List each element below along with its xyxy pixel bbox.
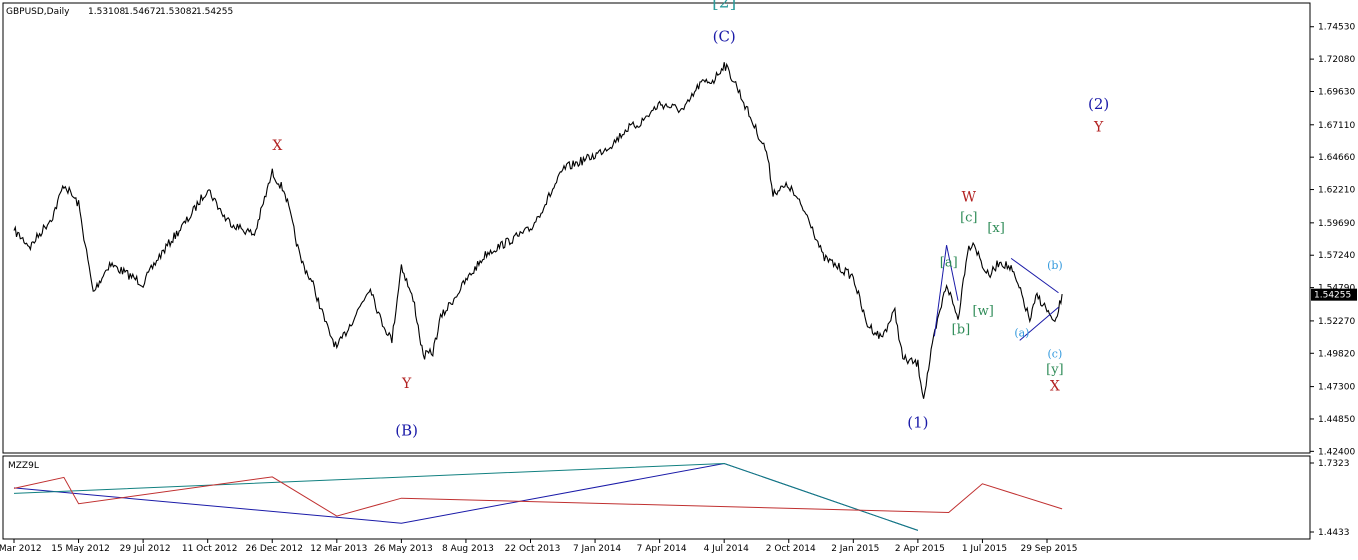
y-tick-label: 1.42400 <box>1318 447 1355 457</box>
wave-label: (C) <box>713 28 736 46</box>
x-tick-label: 29 Sep 2015 <box>1020 544 1077 554</box>
wave-label: (b) <box>1047 259 1063 272</box>
x-tick-label: 7 Jan 2014 <box>573 544 621 554</box>
y-tick-label: 1.52270 <box>1318 317 1355 327</box>
wave-label: [w] <box>973 304 994 319</box>
x-tick-label: 26 Dec 2012 <box>246 544 304 554</box>
y-tick-label: 1.49820 <box>1318 349 1355 359</box>
ohlc-close: 1.54255 <box>196 7 233 17</box>
x-tick-label: 12 Mar 2013 <box>310 544 367 554</box>
wave-label: Y <box>401 376 412 392</box>
x-tick-label: 8 Aug 2013 <box>442 544 494 554</box>
indicator-y-tick-label: 1.4433 <box>1318 528 1350 538</box>
y-tick-label: 1.59690 <box>1318 219 1355 229</box>
wave-label: [a] <box>940 255 958 270</box>
ohlc-low: 1.53082 <box>160 7 197 17</box>
y-tick-label: 1.44850 <box>1318 415 1355 425</box>
x-tick-label: 2 Jan 2015 <box>831 544 879 554</box>
x-tick-label: 7 Apr 2014 <box>637 544 687 554</box>
y-tick-label: 1.62210 <box>1318 186 1355 196</box>
x-tick-label: 11 Oct 2012 <box>182 544 238 554</box>
wave-label: [y] <box>1046 362 1064 377</box>
wave-label: [c] <box>960 210 977 225</box>
indicator-y-tick-label: 1.7323 <box>1318 459 1350 469</box>
chart-symbol: GBPUSD,Daily <box>6 7 70 17</box>
main-panel-frame <box>2 2 1311 454</box>
wave-label: (a) <box>1014 326 1029 339</box>
x-tick-label: 22 Oct 2013 <box>505 544 561 554</box>
wave-label: [2] <box>712 0 736 12</box>
current-price-label: 1.54255 <box>1314 291 1351 301</box>
wave-label: [x] <box>987 221 1004 236</box>
x-tick-label: 26 May 2013 <box>374 544 433 554</box>
wave-label: (B) <box>395 421 418 439</box>
y-tick-label: 1.69630 <box>1318 87 1355 97</box>
wave-label: [b] <box>952 323 970 338</box>
indicator-name: MZZ9L <box>8 461 39 471</box>
indicator-panel-frame <box>2 455 1311 540</box>
y-tick-label: 1.64660 <box>1318 153 1355 163</box>
x-tick-label: 1 Jul 2015 <box>962 544 1007 554</box>
chart-svg: GBPUSD,Daily 1.53108 1.54672 1.53082 1.5… <box>0 0 1357 554</box>
ohlc-high: 1.54672 <box>124 7 161 17</box>
x-tick-label: 2 Oct 2014 <box>766 544 816 554</box>
y-tick-label: 1.72080 <box>1318 55 1355 65</box>
x-tick-label: 4 Jul 2014 <box>704 544 749 554</box>
wave-label: X <box>1050 379 1060 395</box>
forex-chart: GBPUSD,Daily 1.53108 1.54672 1.53082 1.5… <box>0 0 1358 556</box>
wave-label: (2) <box>1088 95 1109 113</box>
y-tick-label: 1.67110 <box>1318 121 1355 131</box>
x-tick-label: 15 May 2012 <box>51 544 110 554</box>
wave-label: X <box>272 138 282 154</box>
x-tick-label: 29 Jul 2012 <box>120 544 171 554</box>
y-tick-label: 1.74530 <box>1318 23 1355 33</box>
ohlc-open: 1.53108 <box>88 7 125 17</box>
wave-label: (c) <box>1048 348 1063 361</box>
x-tick-label: 1 Mar 2012 <box>0 544 42 554</box>
y-tick-label: 1.57240 <box>1318 251 1355 261</box>
wave-label: (1) <box>907 414 928 432</box>
wave-label: W <box>962 190 977 206</box>
y-tick-label: 1.47300 <box>1318 383 1355 393</box>
x-tick-label: 2 Apr 2015 <box>895 544 945 554</box>
wave-label: Y <box>1093 120 1104 136</box>
